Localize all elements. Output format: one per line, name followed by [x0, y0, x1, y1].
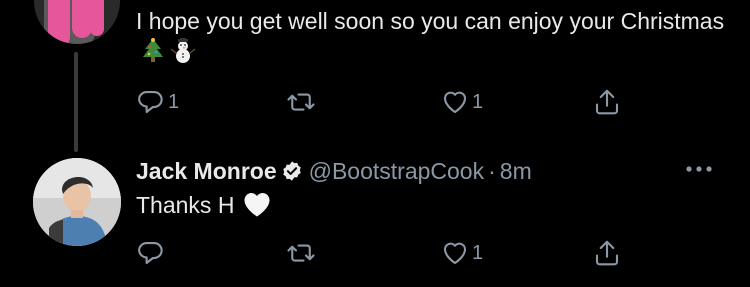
display-name[interactable]: Jack Monroe: [136, 158, 277, 184]
more-icon: [686, 166, 712, 172]
separator: ·: [488, 158, 496, 184]
like-count: 1: [472, 241, 484, 264]
retweet-icon: [287, 244, 315, 262]
tweet-actions: 1: [136, 237, 636, 269]
reply-button[interactable]: [136, 237, 168, 269]
timestamp[interactable]: 8m: [500, 158, 532, 184]
heart-icon: [443, 242, 467, 265]
share-icon: [595, 240, 619, 266]
retweet-button[interactable]: [286, 86, 318, 118]
retweet-icon: [287, 93, 315, 111]
thread-line: [74, 52, 78, 152]
verified-badge-icon: [282, 161, 301, 181]
like-count: 1: [472, 90, 484, 113]
snowman-icon: [170, 38, 196, 63]
more-options-button[interactable]: [684, 162, 714, 181]
reply-icon: [138, 241, 163, 265]
tweet-header: Jack Monroe @BootstrapCook · 8m: [136, 156, 532, 186]
christmas-tree-icon: [143, 38, 163, 62]
tweet-text: Thanks H: [136, 190, 272, 221]
share-button[interactable]: [592, 86, 622, 118]
avatar[interactable]: [34, 0, 120, 44]
tweet-actions: 1 1: [136, 86, 636, 118]
share-icon: [595, 89, 619, 115]
user-handle[interactable]: @BootstrapCook: [309, 158, 485, 184]
profile-photo: [33, 158, 121, 246]
retweet-button[interactable]: [286, 237, 318, 269]
heart-icon: [443, 91, 467, 114]
share-button[interactable]: [592, 237, 622, 269]
white-heart-icon: [244, 193, 270, 217]
reply-count: 1: [168, 90, 180, 113]
like-button[interactable]: 1: [440, 86, 483, 118]
tweet-reply[interactable]: Jack Monroe @BootstrapCook · 8m Thanks H 1: [0, 150, 750, 287]
reply-button[interactable]: 1: [136, 86, 179, 118]
avatar[interactable]: [33, 158, 121, 246]
tweet-text: I hope you get well soon so you can enjo…: [136, 6, 726, 68]
tweet-parent[interactable]: I hope you get well soon so you can enjo…: [0, 0, 750, 152]
reply-icon: [138, 90, 163, 114]
like-button[interactable]: 1: [440, 237, 483, 269]
